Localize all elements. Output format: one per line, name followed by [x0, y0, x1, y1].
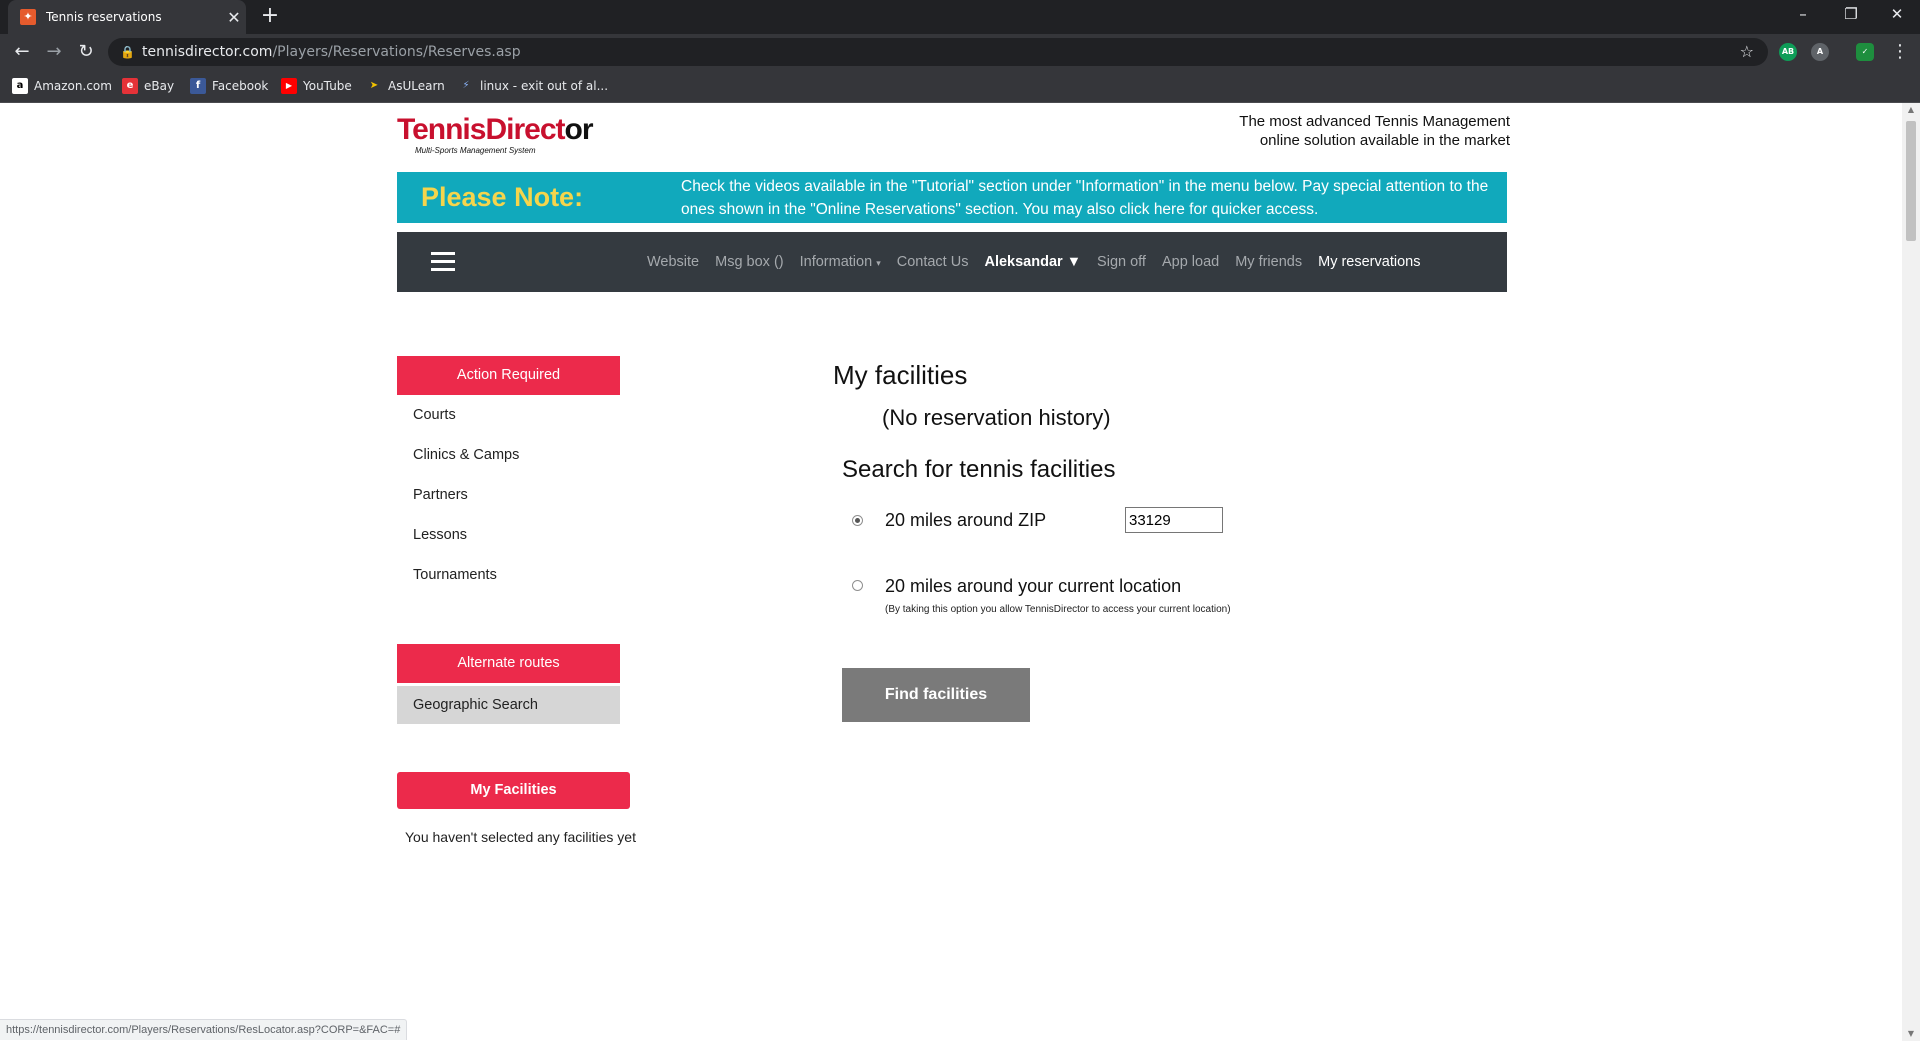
nav-msg-box[interactable]: Msg box () [715, 254, 784, 270]
lock-icon: 🔒 [120, 45, 135, 59]
bookmark-youtube[interactable]: ▶ YouTube [281, 70, 352, 102]
sidebar-item-tournaments[interactable]: Tournaments [413, 567, 497, 583]
sidebar-item-lessons[interactable]: Lessons [413, 527, 467, 543]
facebook-icon: f [190, 78, 206, 94]
bookmark-label: YouTube [303, 79, 352, 93]
header-tagline: The most advanced Tennis Management onli… [1239, 113, 1510, 149]
tab-close-icon[interactable]: ✕ [222, 8, 246, 27]
bookmark-label: AsULearn [388, 79, 445, 93]
minimize-button[interactable]: – [1780, 0, 1826, 30]
alternate-routes-header: Alternate routes [397, 644, 620, 683]
action-required-header: Action Required [397, 356, 620, 395]
note-heading: Please Note: [421, 182, 584, 212]
hamburger-menu-icon[interactable] [431, 252, 455, 272]
bookmark-label: eBay [144, 79, 175, 93]
asulearn-icon: ➤ [369, 80, 379, 91]
bookmark-label: linux - exit out of al... [480, 79, 609, 93]
bookmark-asulearn[interactable]: ➤ AsULearn [366, 70, 445, 102]
nav-user-menu[interactable]: Aleksandar ▼ [984, 254, 1081, 270]
sidebar-item-partners[interactable]: Partners [413, 487, 468, 503]
window-close-button[interactable]: ✕ [1874, 0, 1920, 30]
tennisdirector-favicon-icon: ✦ [20, 9, 36, 25]
nav-app-load[interactable]: App load [1162, 254, 1219, 270]
zip-radio[interactable] [852, 515, 863, 526]
my-facilities-title: My facilities [833, 360, 968, 390]
forward-arrow-icon[interactable]: → [42, 41, 66, 63]
bookmarks-bar: a Amazon.com e eBay f Facebook ▶ YouTube… [0, 70, 1920, 103]
location-option-label: 20 miles around your current location [885, 576, 1182, 596]
logo-subtitle: Multi-Sports Management System [415, 146, 536, 155]
please-note-banner: Please Note: Check the videos available … [397, 172, 1507, 223]
extension-shield-icon[interactable]: ✓ [1856, 43, 1874, 61]
nav-website[interactable]: Website [647, 254, 699, 270]
no-facilities-text: You haven't selected any facilities yet [405, 829, 636, 845]
bookmark-label: Amazon.com [34, 79, 112, 93]
bookmark-ebay[interactable]: e eBay [122, 70, 174, 102]
reload-icon[interactable]: ↻ [74, 41, 98, 63]
tab-title: Tennis reservations [46, 10, 162, 24]
tennisdirector-logo[interactable]: TennisDirector Multi-Sports Management S… [397, 115, 594, 156]
extension-ab-icon[interactable]: AB [1779, 43, 1797, 61]
browser-toolbar: ← → ↻ 🔒 tennisdirector.com/Players/Reser… [0, 34, 1920, 70]
page-scrollbar[interactable]: ▲ ▼ [1902, 103, 1920, 1041]
note-text: Check the videos available in the "Tutor… [681, 178, 1489, 218]
scroll-down-icon[interactable]: ▼ [1902, 1027, 1920, 1041]
location-consent-note: (By taking this option you allow TennisD… [885, 604, 1231, 615]
address-url: tennisdirector.com/Players/Reservations/… [142, 44, 521, 60]
triangle-down-icon: ▼ [1066, 254, 1082, 270]
browser-menu-icon[interactable]: ⋮ [1888, 41, 1912, 63]
note-here-link[interactable]: here [1154, 201, 1185, 218]
sidebar-item-clinics-camps[interactable]: Clinics & Camps [413, 447, 519, 463]
sidebar-item-courts[interactable]: Courts [413, 407, 456, 423]
link-status-bar: https://tennisdirector.com/Players/Reser… [0, 1019, 408, 1040]
scroll-up-icon[interactable]: ▲ [1902, 103, 1920, 117]
stackexchange-icon: ⚡ [462, 80, 470, 91]
scrollbar-thumb[interactable] [1906, 121, 1916, 241]
zip-input[interactable] [1125, 507, 1223, 533]
amazon-icon: a [12, 78, 28, 94]
my-facilities-button[interactable]: My Facilities [397, 772, 630, 809]
bookmark-linux[interactable]: ⚡ linux - exit out of al... [458, 70, 608, 102]
extension-drive-icon[interactable]: A [1811, 43, 1829, 61]
nav-contact-us[interactable]: Contact Us [897, 254, 969, 270]
main-navbar: Website Msg box () Information ▾ Contact… [397, 232, 1507, 292]
zip-option-label: 20 miles around ZIP [885, 510, 1047, 530]
geographic-search-item[interactable]: Geographic Search [397, 686, 620, 724]
nav-sign-off[interactable]: Sign off [1097, 254, 1146, 270]
browser-tab[interactable]: ✦ Tennis reservations ✕ [8, 0, 246, 34]
address-bar[interactable]: 🔒 tennisdirector.com/Players/Reservation… [108, 38, 1768, 66]
find-facilities-button[interactable]: Find facilities [842, 668, 1030, 722]
bookmark-facebook[interactable]: f Facebook [190, 70, 268, 102]
new-tab-button[interactable]: + [258, 4, 282, 28]
nav-my-friends[interactable]: My friends [1235, 254, 1302, 270]
bookmark-star-icon[interactable]: ☆ [1740, 38, 1754, 66]
bookmark-amazon[interactable]: a Amazon.com [12, 70, 112, 102]
restore-button[interactable]: ❐ [1828, 0, 1874, 30]
ebay-icon: e [122, 78, 138, 94]
nav-my-reservations[interactable]: My reservations [1318, 254, 1420, 270]
no-history-text: (No reservation history) [882, 405, 1111, 430]
browser-tab-strip: ✦ Tennis reservations ✕ + – ❐ ✕ [0, 0, 1920, 34]
bookmark-label: Facebook [212, 79, 269, 93]
search-title: Search for tennis facilities [842, 456, 1116, 483]
youtube-icon: ▶ [281, 78, 297, 94]
back-arrow-icon[interactable]: ← [10, 41, 34, 63]
location-radio[interactable] [852, 580, 863, 591]
nav-information[interactable]: Information ▾ [800, 254, 881, 270]
caret-down-icon: ▾ [876, 258, 881, 268]
